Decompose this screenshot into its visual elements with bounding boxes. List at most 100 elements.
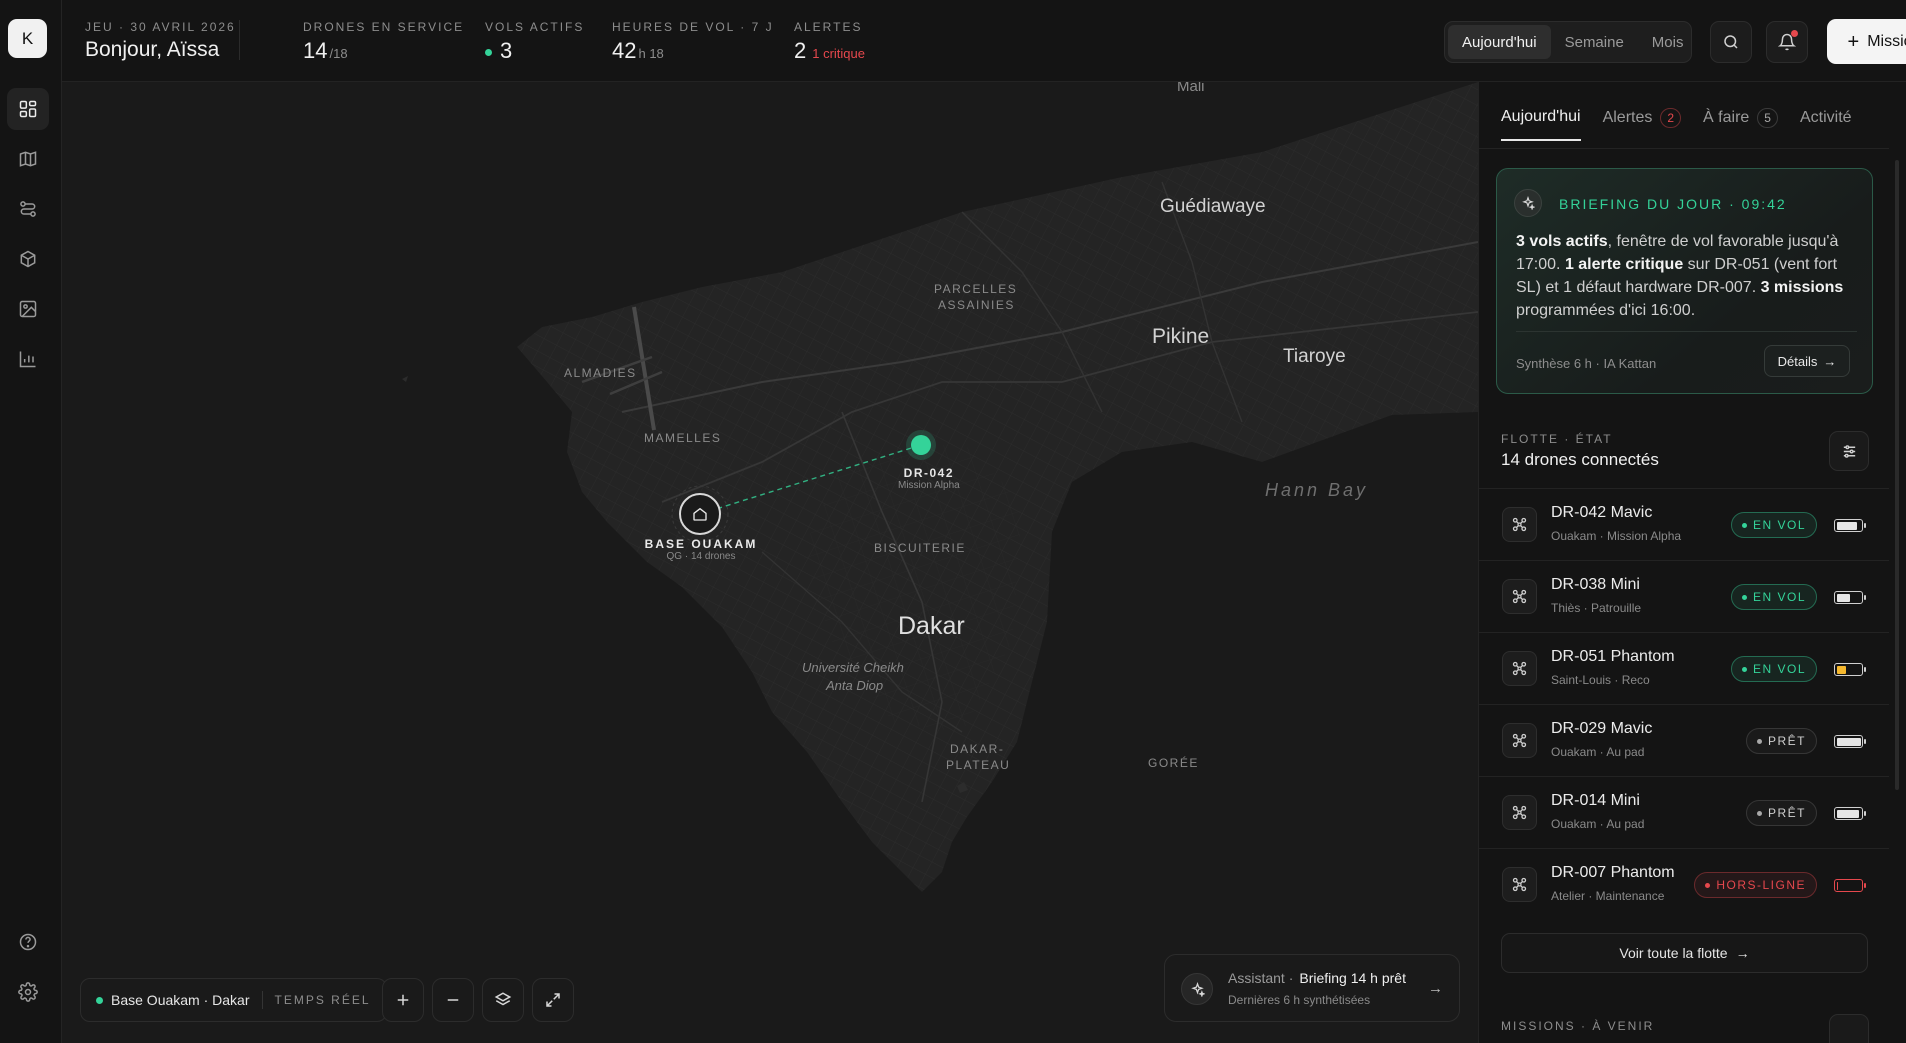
search-button[interactable] [1710, 21, 1752, 63]
fleet-row[interactable]: DR-042 Mavic Ouakam · Mission Alpha EN VOL [1479, 488, 1889, 560]
period-today[interactable]: Aujourd'hui [1448, 25, 1551, 59]
sliders-icon [1843, 444, 1855, 458]
map-location: Base Ouakam · Dakar [111, 992, 250, 1008]
battery-level [1836, 881, 1839, 890]
arrow-right-icon: → [1428, 980, 1443, 997]
status-badge: EN VOL [1730, 584, 1817, 610]
nav-packages[interactable] [7, 238, 49, 280]
battery-icon [1834, 807, 1866, 820]
status-label: PRÊT [1767, 806, 1806, 820]
map-label-mamelles: MAMELLES [644, 431, 722, 445]
map-label-plateau-2: PLATEAU [946, 758, 1011, 772]
period-month[interactable]: Mois [1638, 25, 1698, 59]
expand-icon [546, 993, 560, 1007]
base-sub: QG · 14 drones [666, 551, 736, 562]
drone-name: DR-051 Phantom [1551, 648, 1675, 665]
status-label: EN VOL [1752, 662, 1806, 676]
help-icon [19, 933, 37, 951]
new-mission-button[interactable]: + Mission [1827, 19, 1906, 64]
nav-images[interactable] [7, 288, 49, 330]
nav-routes[interactable] [7, 188, 49, 230]
arrow-right-icon: → [1735, 945, 1750, 961]
fleet-row[interactable]: DR-038 Mini Thiès · Patrouille EN VOL [1479, 560, 1889, 632]
sparkle-icon [1181, 973, 1213, 1005]
map-label-parcelles: PARCELLES [934, 282, 1018, 296]
fleet-list: DR-042 Mavic Ouakam · Mission Alpha EN VOL… [1479, 488, 1889, 920]
assistant-title: Briefing 14 h prêt [1299, 970, 1406, 986]
zoom-out-button[interactable] [432, 978, 474, 1022]
zoom-in-button[interactable] [382, 978, 424, 1022]
stat-value: 3 [500, 38, 513, 63]
tab-label: À faire [1703, 109, 1750, 126]
daily-briefing-card: BRIEFING DU JOUR · 09:42 3 vols actifs, … [1496, 168, 1873, 394]
dashboard-icon [19, 100, 37, 118]
drone-location: Thiès · Patrouille [1551, 601, 1642, 615]
analytics-icon [19, 351, 36, 368]
routes-icon [20, 201, 36, 217]
briefing-strong: 1 alerte critique [1564, 256, 1684, 273]
drone-name: DR-038 Mini [1551, 576, 1640, 593]
nav-analytics[interactable] [7, 338, 49, 380]
briefing-title: BRIEFING DU JOUR · 09:42 [1559, 196, 1787, 212]
battery-level [1836, 809, 1860, 818]
tab-today[interactable]: Aujourd'hui [1501, 108, 1581, 141]
todo-count-badge: 5 [1757, 108, 1778, 128]
briefing-strong: 3 vols actifs [1516, 233, 1608, 250]
layers-button[interactable] [482, 978, 524, 1022]
briefing-text: 3 vols actifs, fenêtre de vol favorable … [1516, 230, 1861, 322]
stat-total: /18 [329, 46, 348, 61]
map-view[interactable]: Mali Guédiawaye PARCELLES ASSAINIES Piki… [62, 82, 1478, 1043]
briefing-footer: Synthèse 6 h · IA Kattan [1516, 356, 1657, 371]
fleet-row[interactable]: DR-007 Phantom Atelier · Maintenance HORS-… [1479, 848, 1889, 920]
tab-activity[interactable]: Activité [1800, 108, 1852, 141]
notifications-button[interactable] [1766, 21, 1808, 63]
fleet-row[interactable]: DR-029 Mavic Ouakam · Au pad PRÊT [1479, 704, 1889, 776]
stat-value: 42 [612, 38, 637, 63]
app-logo[interactable]: K [8, 19, 47, 58]
assistant-sub: Dernières 6 h synthétisées [1228, 993, 1371, 1007]
see-all-fleet-button[interactable]: Voir toute la flotte → [1501, 933, 1868, 973]
fleet-row[interactable]: DR-051 Phantom Saint-Louis · Reco EN VOL [1479, 632, 1889, 704]
drone-marker[interactable] [911, 435, 931, 455]
sparkle-icon [1514, 189, 1542, 217]
map-status-bar: Base Ouakam · Dakar TEMPS RÉEL [80, 978, 387, 1022]
panel-scrollbar[interactable] [1895, 160, 1899, 790]
home-icon [693, 507, 707, 521]
status-dot-icon [1756, 738, 1762, 744]
nav-help[interactable] [7, 921, 49, 963]
period-selector: Aujourd'hui Semaine Mois [1444, 21, 1692, 63]
stat-label: ALERTES [794, 20, 863, 34]
map-icon [19, 151, 37, 167]
fleet-filter-button[interactable] [1829, 431, 1869, 471]
fullscreen-button[interactable] [532, 978, 574, 1022]
map-label-ucad-2: Anta Diop [826, 678, 884, 693]
package-icon [20, 250, 36, 268]
base-marker[interactable] [679, 493, 721, 535]
nav-map[interactable] [7, 138, 49, 180]
status-badge: PRÊT [1745, 728, 1817, 754]
drone-icon [1502, 507, 1537, 542]
status-label: PRÊT [1767, 734, 1806, 748]
islet [402, 376, 408, 382]
tab-todo[interactable]: À faire 5 [1703, 108, 1778, 141]
fleet-title: 14 drones connectés [1501, 450, 1659, 469]
drone-name: DR-042 Mavic [1551, 504, 1653, 521]
status-badge: EN VOL [1730, 656, 1817, 682]
fleet-row[interactable]: DR-014 Mini Ouakam · Au pad PRÊT [1479, 776, 1889, 848]
assistant-card[interactable]: Assistant · Briefing 14 h prêt Dernières … [1164, 954, 1460, 1022]
nav-dashboard[interactable] [7, 88, 49, 130]
status-dot-icon [1741, 666, 1747, 672]
tab-alerts[interactable]: Alertes 2 [1603, 108, 1682, 141]
stat-flights: VOLS ACTIFS 3 [485, 20, 584, 64]
calendar-button[interactable] [1829, 1014, 1869, 1043]
current-date: JEU · 30 AVRIL 2026 [85, 20, 236, 34]
alerts-count-badge: 2 [1660, 108, 1682, 128]
status-dot-icon [1741, 522, 1747, 528]
base-marker-label: BASE OUAKAM QG · 14 drones [642, 537, 760, 562]
image-icon [19, 300, 37, 318]
nav-settings[interactable] [7, 971, 49, 1013]
details-button[interactable]: Détails → [1764, 345, 1850, 377]
drone-mission: Mission Alpha [898, 480, 960, 491]
map-label-guediawaye: Guédiawaye [1160, 196, 1266, 217]
period-week[interactable]: Semaine [1551, 25, 1638, 59]
